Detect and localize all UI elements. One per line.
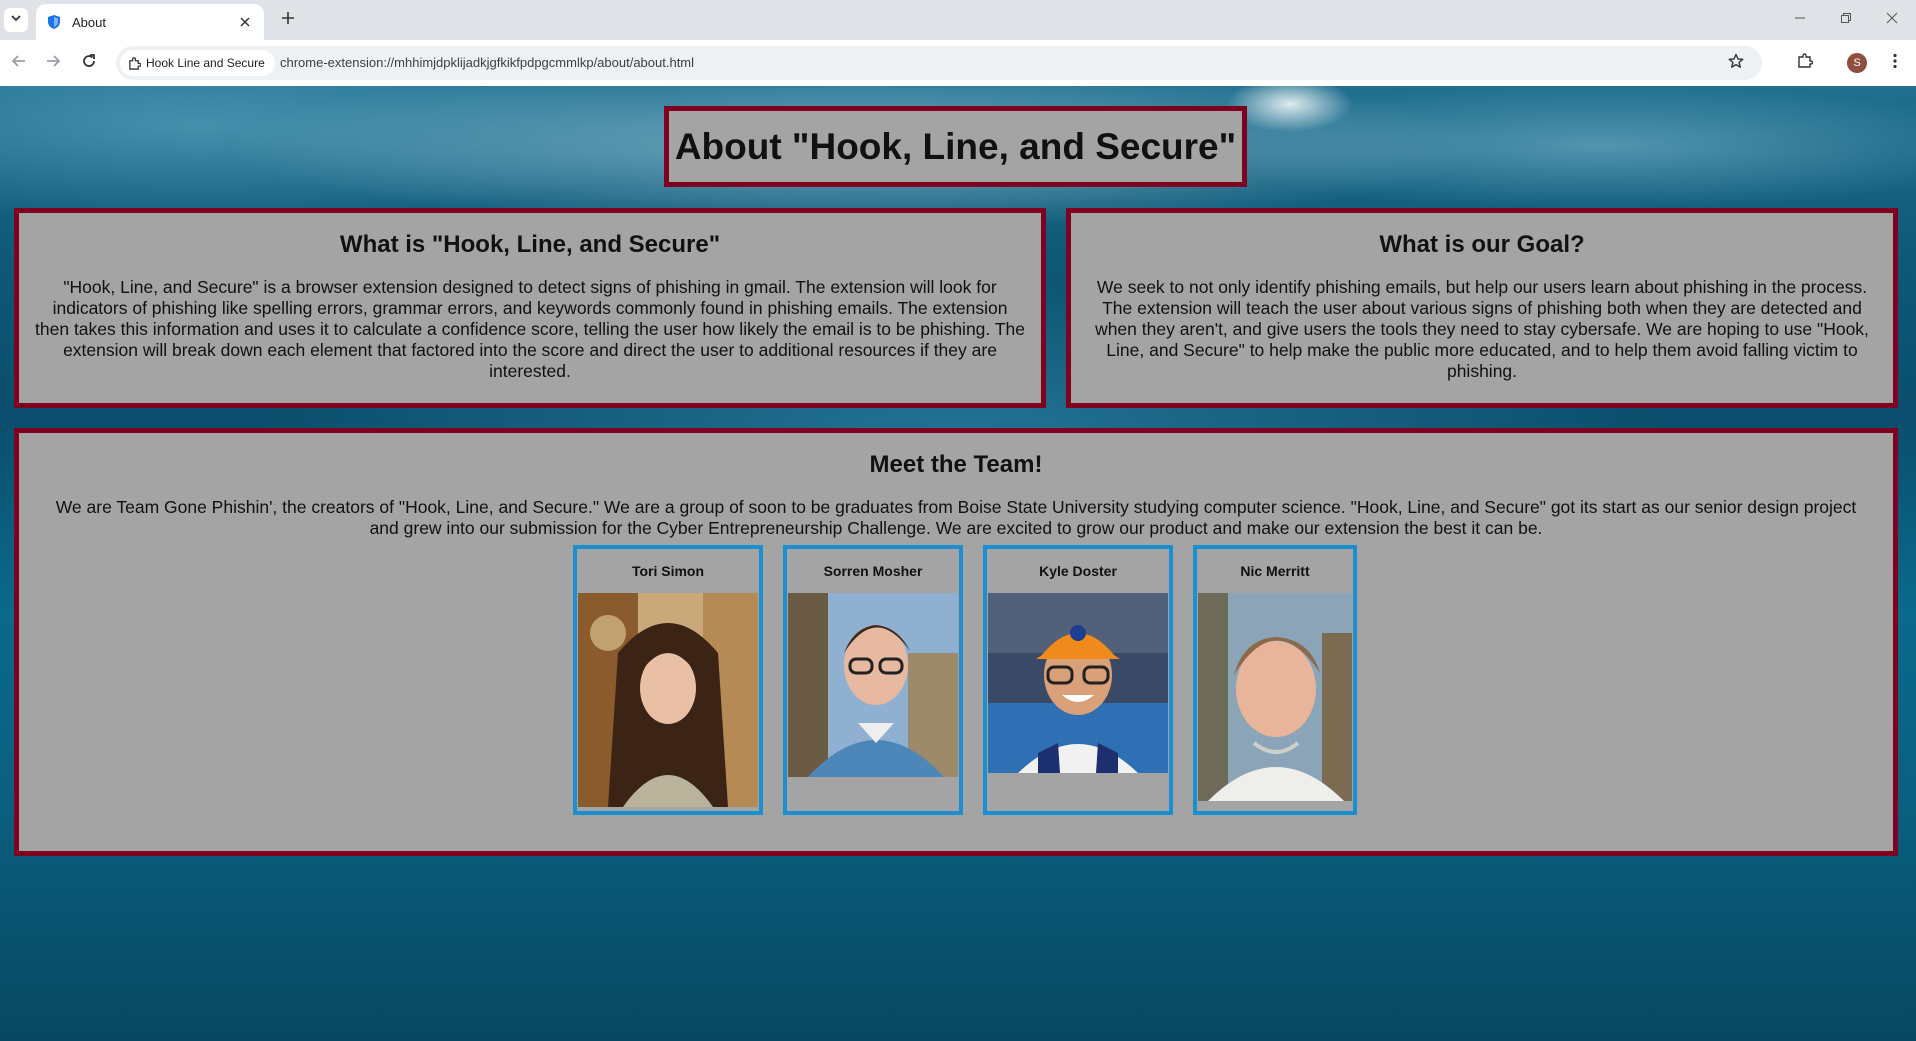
minimize-button[interactable] <box>1780 6 1820 34</box>
team-text: We are Team Gone Phishin', the creators … <box>55 497 1857 538</box>
reload-button[interactable] <box>76 50 102 76</box>
member-photo <box>1198 593 1352 801</box>
plus-icon <box>281 11 295 30</box>
new-tab-button[interactable] <box>276 8 300 32</box>
puzzle-icon <box>1797 52 1814 74</box>
site-info-chip[interactable]: Hook Line and Secure <box>120 50 275 76</box>
member-name: Kyle Doster <box>1039 563 1117 579</box>
goal-section: What is our Goal? We seek to not only id… <box>1066 208 1898 408</box>
url-text[interactable]: chrome-extension://mhhimjdpklijadkjgfkik… <box>280 55 694 70</box>
reload-icon <box>81 53 97 74</box>
restore-button[interactable] <box>1826 6 1866 34</box>
site-chip-label: Hook Line and Secure <box>146 56 265 70</box>
tab-about[interactable]: About <box>36 4 264 40</box>
member-name: Sorren Mosher <box>823 563 923 579</box>
about-heading: What is "Hook, Line, and Secure" <box>339 231 721 258</box>
page-title-box: About "Hook, Line, and Secure" <box>664 106 1247 187</box>
about-section: What is "Hook, Line, and Secure" "Hook, … <box>14 208 1046 408</box>
avatar: S <box>1847 53 1867 73</box>
shield-icon <box>46 14 62 30</box>
browser-toolbar: Hook Line and Secure chrome-extension://… <box>0 40 1916 86</box>
goal-text: We seek to not only identify phishing em… <box>1095 277 1869 381</box>
tab-strip: About <box>0 0 1916 40</box>
goal-heading: What is our Goal? <box>1379 231 1585 258</box>
extensions-button[interactable] <box>1792 50 1818 76</box>
page-viewport: About "Hook, Line, and Secure" What is "… <box>0 86 1916 1041</box>
tab-title: About <box>72 14 106 30</box>
close-icon[interactable] <box>236 13 254 31</box>
address-bar[interactable]: Hook Line and Secure chrome-extension://… <box>116 46 1762 80</box>
back-button[interactable] <box>6 50 32 76</box>
more-vert-icon <box>1893 53 1897 74</box>
minimize-icon <box>1794 11 1806 29</box>
team-section: Meet the Team! We are Team Gone Phishin'… <box>14 428 1898 856</box>
team-members: Tori Simon Sorren Mosher Kyle Doster Nic… <box>573 545 1373 815</box>
tab-search-button[interactable] <box>4 8 28 32</box>
member-photo <box>988 593 1168 773</box>
close-icon <box>1886 11 1898 29</box>
member-photo <box>578 593 758 807</box>
menu-button[interactable] <box>1882 50 1908 76</box>
forward-button[interactable] <box>40 50 66 76</box>
arrow-right-icon <box>45 53 61 74</box>
chevron-down-icon <box>10 11 22 29</box>
member-card: Tori Simon <box>573 545 763 815</box>
team-heading: Meet the Team! <box>869 451 1043 478</box>
restore-icon <box>1840 11 1852 29</box>
member-card: Nic Merritt <box>1193 545 1357 815</box>
member-photo <box>788 593 958 777</box>
close-window-button[interactable] <box>1872 6 1912 34</box>
member-card: Kyle Doster <box>983 545 1173 815</box>
member-name: Nic Merritt <box>1240 563 1310 579</box>
member-card: Sorren Mosher <box>783 545 963 815</box>
member-name: Tori Simon <box>631 563 705 579</box>
profile-button[interactable]: S <box>1844 50 1870 76</box>
about-text: "Hook, Line, and Secure" is a browser ex… <box>35 277 1025 381</box>
extension-icon <box>128 56 141 70</box>
arrow-left-icon <box>11 53 27 74</box>
star-icon <box>1728 53 1744 74</box>
bookmark-button[interactable] <box>1726 53 1746 73</box>
page-title: About "Hook, Line, and Secure" <box>674 125 1237 167</box>
